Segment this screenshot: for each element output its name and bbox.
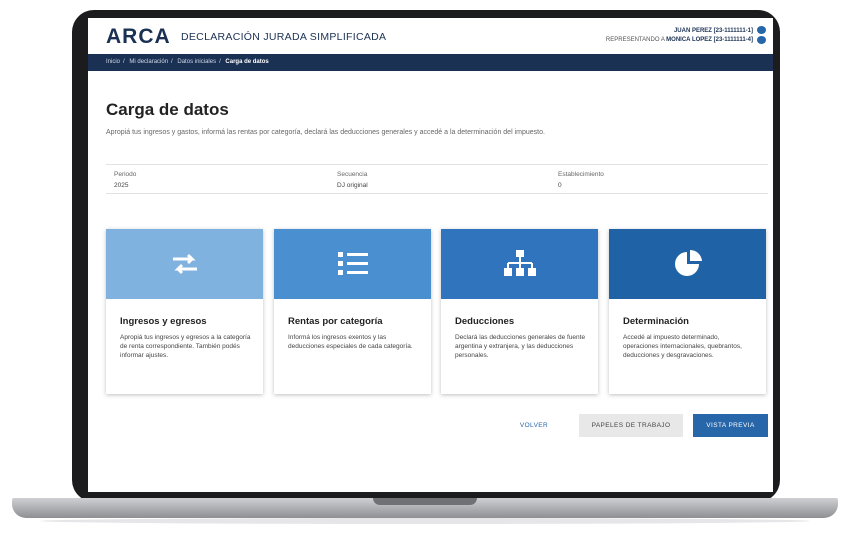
app-screen: ARCA DECLARACIÓN JURADA SIMPLIFICADA JUA… bbox=[88, 18, 773, 492]
card-header bbox=[609, 229, 766, 299]
breadcrumb-item-datos-iniciales[interactable]: Datos iniciales bbox=[177, 59, 216, 65]
user-info: JUAN PEREZ [23-1111111-1] REPRESENTANDO … bbox=[606, 27, 753, 45]
card-rentas-categoria[interactable]: Rentas por categoría Informá los ingreso… bbox=[274, 229, 431, 394]
card-header bbox=[106, 229, 263, 299]
switch-user-icon[interactable] bbox=[757, 36, 766, 44]
card-determinacion[interactable]: Determinación Accedé al impuesto determi… bbox=[609, 229, 766, 394]
card-text: Apropiá tus ingresos y egresos a la cate… bbox=[120, 334, 251, 359]
info-periodo: Periodo 2025 bbox=[114, 171, 137, 189]
arca-logo[interactable]: ARCA bbox=[106, 25, 171, 49]
app-title: DECLARACIÓN JURADA SIMPLIFICADA bbox=[181, 31, 387, 43]
card-title: Ingresos y egresos bbox=[120, 316, 207, 327]
list-icon bbox=[337, 252, 368, 275]
breadcrumb-item-current: Carga de datos bbox=[225, 59, 269, 65]
sitemap-icon bbox=[503, 250, 536, 276]
page-description: Apropiá tus ingresos y gastos, informá l… bbox=[106, 129, 545, 136]
card-text: Accedé al impuesto determinado, operacio… bbox=[623, 334, 742, 359]
breadcrumb-item-mi-declaracion[interactable]: Mi declaración bbox=[129, 59, 168, 65]
laptop-shadow bbox=[40, 518, 810, 524]
card-title: Deducciones bbox=[455, 316, 515, 327]
user-name: JUAN PEREZ [23-1111111-1] bbox=[673, 28, 753, 34]
card-ingresos-egresos[interactable]: Ingresos y egresos Apropiá tus ingresos … bbox=[106, 229, 263, 394]
card-header bbox=[274, 229, 431, 299]
logout-icon[interactable] bbox=[757, 26, 766, 34]
volver-button[interactable]: VOLVER bbox=[506, 414, 562, 437]
card-text: Informá los ingresos exentos y las deduc… bbox=[288, 334, 413, 350]
info-establecimiento: Establecimiento 0 bbox=[558, 171, 604, 189]
card-title: Determinación bbox=[623, 316, 689, 327]
card-deducciones[interactable]: Deducciones Declará las deducciones gene… bbox=[441, 229, 598, 394]
card-header bbox=[441, 229, 598, 299]
top-header: ARCA DECLARACIÓN JURADA SIMPLIFICADA JUA… bbox=[88, 18, 773, 54]
info-secuencia: Secuencia DJ original bbox=[337, 171, 368, 189]
breadcrumb-item-inicio[interactable]: Inicio bbox=[106, 59, 120, 65]
page-title: Carga de datos bbox=[106, 100, 229, 119]
user-actions bbox=[757, 26, 769, 46]
card-title: Rentas por categoría bbox=[288, 316, 383, 327]
card-text: Declará las deducciones generales de fue… bbox=[455, 334, 586, 359]
represented-user: REPRESENTANDO A MONICA LOPEZ [23-1111111… bbox=[605, 37, 753, 43]
pie-chart-icon bbox=[674, 249, 702, 276]
papeles-de-trabajo-button[interactable]: PAPELES DE TRABAJO bbox=[579, 414, 683, 437]
breadcrumb: Inicio / Mi declaración / Datos iniciales /… bbox=[88, 54, 773, 71]
vista-previa-button[interactable]: VISTA PREVIA bbox=[693, 414, 768, 437]
swap-arrows-icon bbox=[172, 253, 197, 275]
laptop-notch bbox=[373, 498, 477, 505]
declaration-info: Periodo 2025 Secuencia DJ original Estab… bbox=[106, 164, 768, 194]
